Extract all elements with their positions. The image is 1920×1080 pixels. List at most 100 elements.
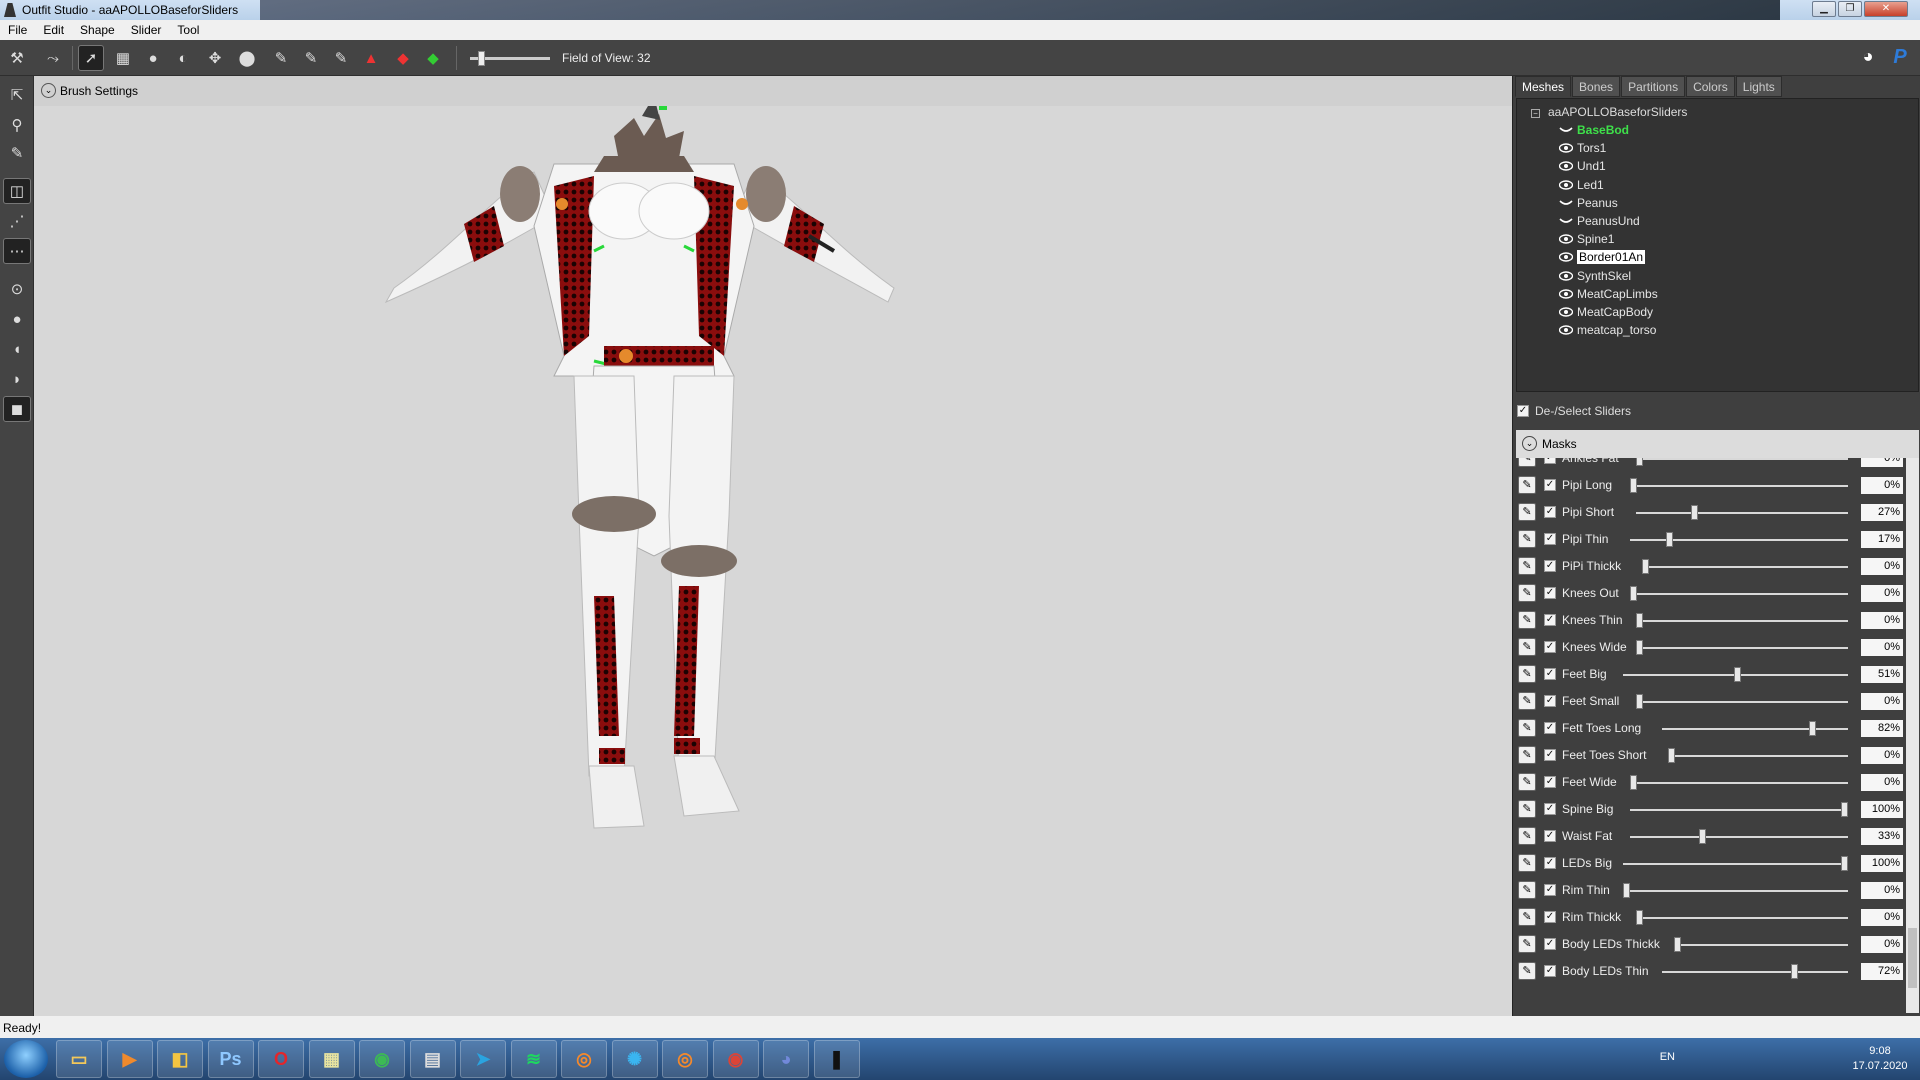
pin-icon[interactable]: ⚲ bbox=[3, 112, 31, 138]
tree-root[interactable]: − aaAPOLLOBaseforSliders bbox=[1531, 105, 1687, 119]
slider-knob[interactable] bbox=[1636, 640, 1643, 655]
eye-open-icon[interactable] bbox=[1559, 252, 1573, 263]
slider-checkbox[interactable]: ✓ bbox=[1544, 722, 1556, 734]
eye-open-icon[interactable] bbox=[1559, 270, 1573, 281]
slider-track[interactable] bbox=[1629, 836, 1848, 838]
opera-icon[interactable]: O bbox=[258, 1040, 304, 1078]
edit-slider-icon[interactable]: ✎ bbox=[1518, 773, 1536, 791]
slider-value[interactable]: 0% bbox=[1861, 458, 1903, 467]
edit-slider-icon[interactable]: ✎ bbox=[1518, 692, 1536, 710]
3d-viewport[interactable]: ⌄ Brush Settings bbox=[34, 76, 1512, 1016]
smooth-brush-icon[interactable]: ⬤ bbox=[234, 45, 260, 71]
edit-slider-icon[interactable]: ✎ bbox=[1518, 962, 1536, 980]
edit-slider-icon[interactable]: ✎ bbox=[1518, 800, 1536, 818]
slider-value[interactable]: 0% bbox=[1861, 477, 1903, 494]
slider-track[interactable] bbox=[1629, 593, 1848, 595]
slider-knob[interactable] bbox=[1674, 937, 1682, 952]
slider-value[interactable]: 72% bbox=[1861, 963, 1903, 980]
slider-knob[interactable] bbox=[1841, 856, 1848, 871]
slider-checkbox[interactable]: ✓ bbox=[1544, 668, 1556, 680]
edit-slider-icon[interactable]: ✎ bbox=[1518, 458, 1536, 467]
tree-item-mesh[interactable]: SynthSkel bbox=[1559, 267, 1631, 285]
slider-knob[interactable] bbox=[1629, 586, 1637, 601]
connected-only-icon[interactable]: ⋰ bbox=[3, 208, 31, 234]
edit-slider-icon[interactable]: ✎ bbox=[1518, 503, 1536, 521]
edit-slider-icon[interactable]: ✎ bbox=[1518, 638, 1536, 656]
field-of-view-slider[interactable] bbox=[470, 51, 550, 66]
close-button[interactable]: ✕ bbox=[1864, 1, 1908, 17]
slider-value[interactable]: 0% bbox=[1861, 936, 1903, 953]
folder-tool-icon[interactable]: ▦ bbox=[308, 1040, 355, 1078]
slider-value[interactable]: 0% bbox=[1861, 612, 1903, 629]
slider-checkbox[interactable]: ✓ bbox=[1544, 965, 1556, 977]
slider-knob[interactable] bbox=[1623, 883, 1631, 898]
tree-item-mesh[interactable]: MeatCapLimbs bbox=[1559, 285, 1658, 303]
tab-meshes[interactable]: Meshes bbox=[1515, 76, 1572, 97]
slider-track[interactable] bbox=[1636, 917, 1848, 919]
show-wireframe-icon[interactable]: ● bbox=[3, 306, 31, 332]
edit-slider-icon[interactable]: ✎ bbox=[1518, 935, 1536, 953]
collapse-icon[interactable]: − bbox=[1531, 109, 1540, 118]
edit-slider-icon[interactable]: ✎ bbox=[1518, 557, 1536, 575]
slider-track[interactable] bbox=[1636, 647, 1848, 649]
slider-knob[interactable] bbox=[1808, 721, 1816, 736]
menu-file[interactable]: File bbox=[0, 20, 35, 40]
eye-open-icon[interactable] bbox=[1559, 179, 1573, 190]
edit-slider-icon[interactable]: ✎ bbox=[1518, 719, 1536, 737]
deflate-brush-icon[interactable]: ◐ bbox=[170, 45, 196, 71]
file-explorer-icon[interactable]: ▭ bbox=[56, 1040, 102, 1078]
texture-icon[interactable]: ◗ bbox=[3, 366, 31, 392]
maximize-button[interactable]: ❐ bbox=[1838, 1, 1862, 17]
eye-open-icon[interactable] bbox=[1559, 289, 1573, 299]
transform-icon[interactable]: ▲ bbox=[358, 45, 384, 71]
tree-item-mesh[interactable]: Peanus bbox=[1559, 194, 1618, 212]
archive-icon[interactable]: ▤ bbox=[409, 1040, 456, 1078]
slider-knob[interactable] bbox=[1734, 667, 1742, 682]
clock[interactable]: 9:08 17.07.2020 bbox=[1850, 1044, 1910, 1074]
slider-checkbox[interactable]: ✓ bbox=[1544, 587, 1556, 599]
slider-knob[interactable] bbox=[1636, 910, 1643, 925]
slider-track[interactable] bbox=[1629, 485, 1848, 487]
blender-icon[interactable]: ◎ bbox=[561, 1040, 607, 1078]
menu-edit[interactable]: Edit bbox=[35, 20, 72, 40]
edit-slider-icon[interactable]: ✎ bbox=[1518, 746, 1536, 764]
slider-track[interactable] bbox=[1661, 971, 1848, 973]
slider-knob[interactable] bbox=[1629, 478, 1637, 493]
eye-open-icon[interactable] bbox=[1559, 234, 1573, 244]
paypal-icon[interactable]: P bbox=[1888, 46, 1912, 70]
eye-open-icon[interactable] bbox=[1559, 143, 1573, 153]
slider-checkbox[interactable]: ✓ bbox=[1544, 506, 1556, 518]
tab-lights[interactable]: Lights bbox=[1735, 76, 1782, 97]
chrome-alt-icon[interactable]: ◉ bbox=[712, 1040, 759, 1078]
eye-closed-icon[interactable] bbox=[1559, 125, 1573, 135]
slider-track[interactable] bbox=[1623, 863, 1848, 865]
select-tool-icon[interactable]: ➚ bbox=[78, 45, 104, 71]
slider-checkbox[interactable]: ✓ bbox=[1544, 458, 1556, 464]
mask-brush-icon[interactable]: ▦ bbox=[110, 45, 136, 71]
slider-value[interactable]: 0% bbox=[1861, 639, 1903, 656]
brush-settings-header[interactable]: ⌄ Brush Settings bbox=[34, 76, 1512, 106]
tab-partitions[interactable]: Partitions bbox=[1621, 76, 1686, 97]
slider-checkbox[interactable]: ✓ bbox=[1544, 533, 1556, 545]
chevron-down-icon[interactable]: ⌄ bbox=[1522, 436, 1537, 451]
edit-slider-icon[interactable]: ✎ bbox=[1518, 881, 1536, 899]
eye-open-icon[interactable] bbox=[1559, 161, 1573, 172]
slider-value[interactable]: 0% bbox=[1861, 909, 1903, 926]
slider-knob[interactable] bbox=[1790, 964, 1798, 979]
slider-track[interactable] bbox=[1668, 755, 1848, 757]
slider-value[interactable]: 51% bbox=[1861, 666, 1903, 683]
slider-track[interactable] bbox=[1661, 728, 1848, 730]
slider-value[interactable]: 27% bbox=[1861, 504, 1903, 521]
slider-value[interactable]: 17% bbox=[1861, 531, 1903, 548]
tree-item-mesh[interactable]: Border01An bbox=[1559, 248, 1646, 266]
brush-mode-icon[interactable]: ✎ bbox=[3, 140, 31, 166]
slider-value[interactable]: 100% bbox=[1861, 855, 1903, 872]
slider-track[interactable] bbox=[1623, 890, 1848, 892]
eye-open-icon[interactable] bbox=[1559, 307, 1573, 317]
slider-knob[interactable] bbox=[1636, 694, 1643, 709]
slider-track[interactable] bbox=[1636, 620, 1848, 622]
menu-shape[interactable]: Shape bbox=[72, 20, 123, 40]
slider-list-scrollbar[interactable] bbox=[1906, 458, 1919, 1013]
make-conform-icon[interactable]: ⚒ bbox=[4, 45, 30, 71]
lighting-icon[interactable]: ◖ bbox=[3, 336, 31, 362]
